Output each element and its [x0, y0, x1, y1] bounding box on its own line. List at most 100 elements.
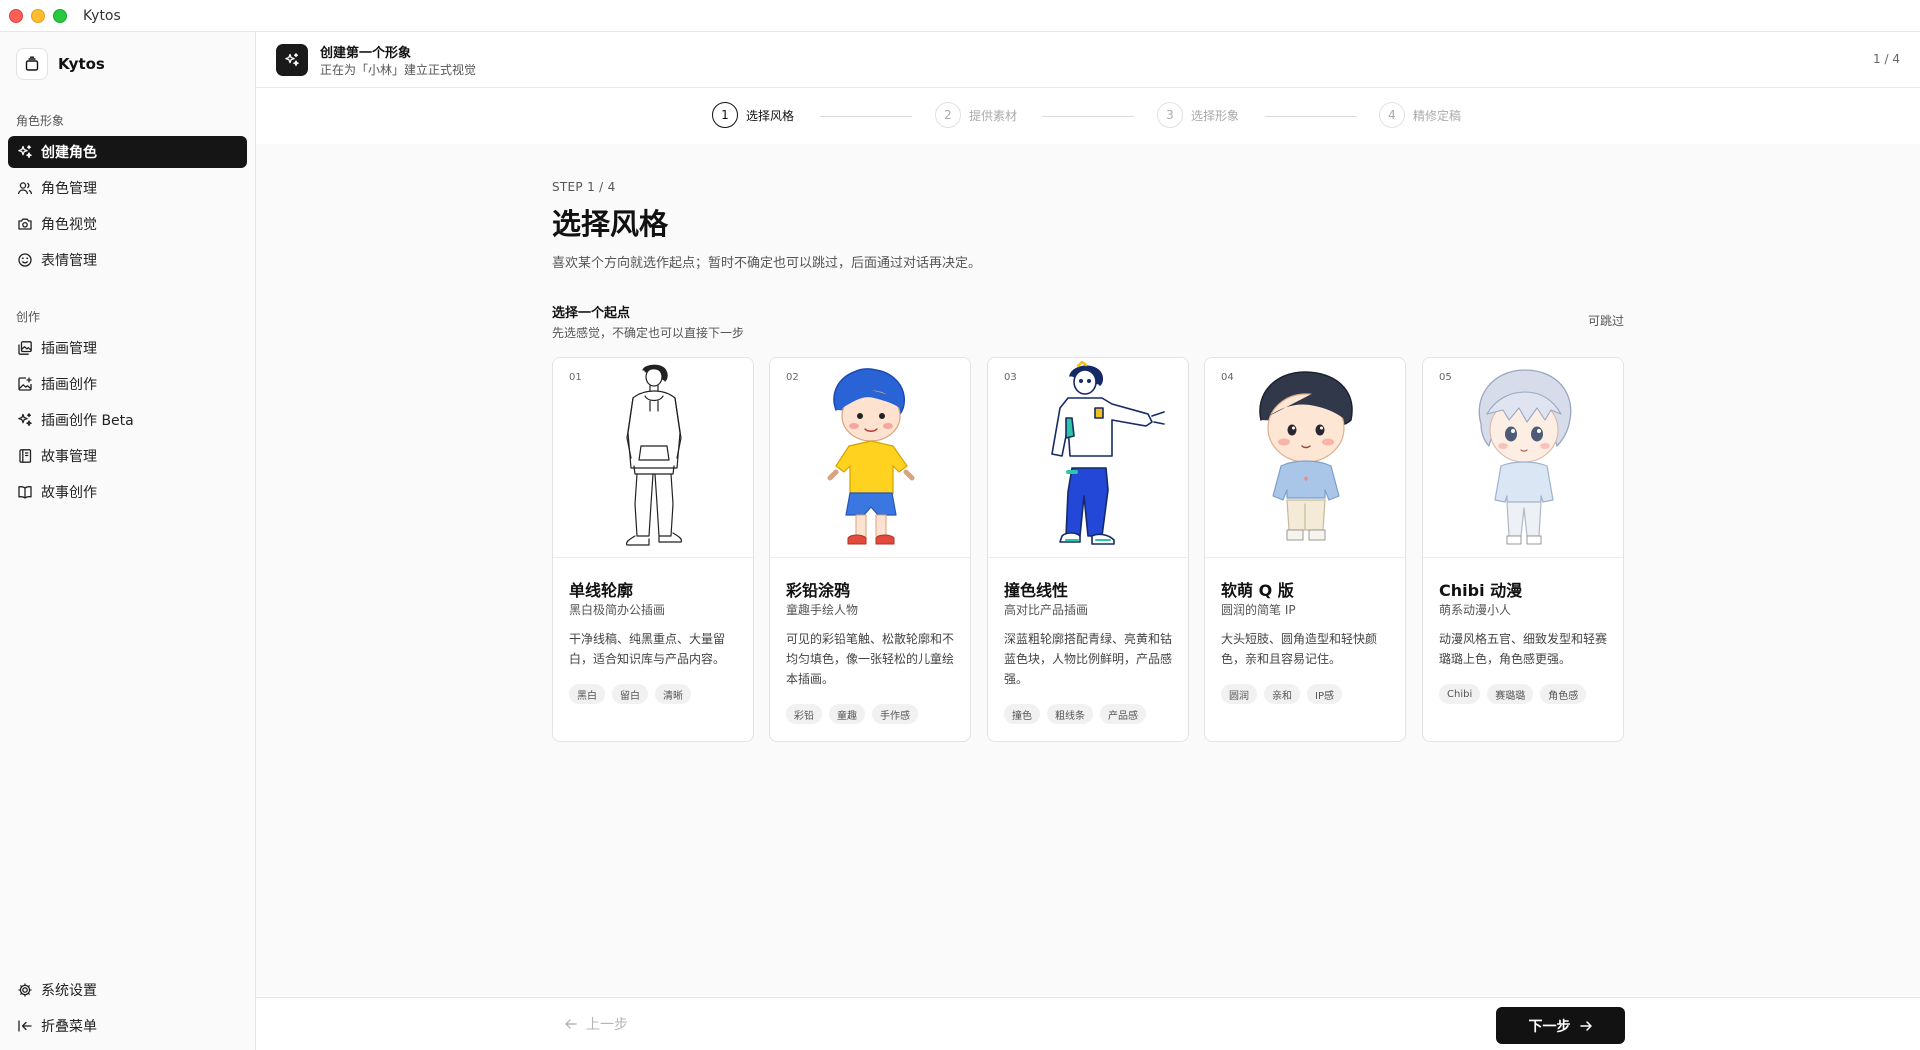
sidebar-item-create-character[interactable]: 创建角色 — [8, 136, 247, 168]
section-title: 选择一个起点 — [552, 306, 631, 321]
sidebar-item-story-creation[interactable]: 故事创作 — [8, 476, 247, 508]
step-provide-material[interactable]: 2 提供素材 — [935, 102, 1017, 128]
step-select-image[interactable]: 3 选择形象 — [1157, 102, 1239, 128]
sidebar-item-label: 系统设置 — [41, 983, 97, 999]
tag-list: 圆润 亲和 IP感 — [1221, 684, 1342, 704]
minimize-window-button[interactable] — [31, 8, 45, 23]
tag: 产品感 — [1100, 704, 1146, 724]
card-subtitle: 黑白极简办公插画 — [569, 603, 666, 617]
smile-icon — [18, 253, 32, 267]
tag-list: 彩铅 童趣 手作感 — [786, 704, 918, 724]
style-card-colored-pencil[interactable]: 02 彩铅涂鸦 童趣手绘人物 可见的彩铅笔触、松散轮廓和不均匀填色，像一张轻松的… — [769, 357, 971, 742]
style-card-color-block[interactable]: 03 撞色线性 高对比产品插画 深蓝粗轮廓搭配青绿、亮黄和钴蓝色块，人物比例鲜明… — [987, 357, 1189, 742]
users-icon — [17, 182, 33, 195]
step-refine[interactable]: 4 精修定稿 — [1379, 102, 1461, 128]
tag: 粗线条 — [1047, 704, 1093, 724]
sidebar-item-illustration-creation[interactable]: 插画创作 — [8, 368, 247, 400]
page-description: 喜欢某个方向就选作起点；暂时不确定也可以跳过，后面通过对话再决定。 — [552, 256, 982, 271]
step-number: 1 — [712, 102, 738, 128]
section-subtitle: 先选感觉，不确定也可以直接下一步 — [552, 326, 745, 340]
sparkles-icon — [18, 413, 32, 427]
card-subtitle: 圆润的简笔 IP — [1221, 603, 1296, 617]
camera-icon — [18, 218, 32, 230]
sidebar-item-character-management[interactable]: 角色管理 — [8, 172, 247, 204]
sidebar-item-label: 插画创作 Beta — [41, 413, 134, 429]
tag: 手作感 — [872, 704, 918, 724]
card-description: 干净线稿、纯黑重点、大量留白，适合知识库与产品内容。 — [569, 632, 726, 666]
step-tag: STEP 1 / 4 — [552, 180, 616, 194]
tag: 彩铅 — [786, 704, 822, 724]
collapse-icon — [18, 1020, 32, 1032]
sidebar-item-collapse-menu[interactable]: 折叠菜单 — [8, 1010, 247, 1042]
card-subtitle: 童趣手绘人物 — [786, 603, 859, 617]
tag: 圆润 — [1221, 684, 1257, 704]
style-preview-image: 05 — [1423, 358, 1623, 558]
card-subtitle: 高对比产品插画 — [1004, 603, 1089, 617]
tag-list: Chibi 赛璐璐 角色感 — [1439, 684, 1587, 704]
style-preview-image: 02 — [770, 358, 970, 558]
next-step-button[interactable]: 下一步 — [1496, 1007, 1625, 1044]
sidebar-item-story-management[interactable]: 故事管理 — [8, 440, 247, 472]
sidebar-item-illustration-management[interactable]: 插画管理 — [8, 332, 247, 364]
sidebar-item-label: 插画创作 — [41, 377, 97, 393]
style-card-chibi-anime[interactable]: 05 Chibi 动漫 萌系动漫小人 动漫风格五官、细致发型和轻赛璐璐上色，角色… — [1422, 357, 1624, 742]
images-icon — [18, 341, 32, 355]
step-divider — [820, 116, 912, 117]
card-description: 深蓝粗轮廓搭配青绿、亮黄和钴蓝色块，人物比例鲜明，产品感强。 — [1004, 632, 1173, 686]
card-number: 05 — [1439, 372, 1452, 383]
arrow-right-icon — [1579, 1020, 1592, 1031]
window-controls — [9, 8, 67, 23]
sidebar-item-expression-management[interactable]: 表情管理 — [8, 244, 247, 276]
close-window-button[interactable] — [9, 8, 23, 23]
step-label: 提供素材 — [969, 108, 1018, 123]
previous-step-label: 上一步 — [586, 1017, 628, 1033]
window-titlebar: Kytos — [0, 0, 1920, 32]
sidebar-item-settings[interactable]: 系统设置 — [8, 974, 247, 1006]
style-preview-image: 04 — [1205, 358, 1405, 558]
previous-step-button[interactable]: 上一步 — [564, 1014, 628, 1034]
tag-list: 撞色 粗线条 产品感 — [1004, 704, 1146, 724]
tag: 留白 — [612, 684, 648, 704]
stepper: 1 选择风格 2 提供素材 3 选择形象 4 精修定稿 — [256, 88, 1920, 144]
sparkles-icon — [18, 145, 32, 159]
card-description: 大头短肢、圆角造型和轻快颜色，亲和且容易记住。 — [1221, 632, 1378, 666]
next-step-label: 下一步 — [1528, 1018, 1571, 1035]
style-card-soft-q[interactable]: 04 软萌 Q 版 圆润的简笔 IP 大头短肢、圆角造型和轻快颜色，亲和且容易记… — [1204, 357, 1406, 742]
zoom-window-button[interactable] — [53, 8, 67, 23]
group-label-creation: 创作 — [16, 310, 41, 324]
step-number: 4 — [1379, 102, 1405, 128]
tag: IP感 — [1307, 684, 1342, 704]
sparkles-icon — [276, 44, 308, 76]
sidebar-item-label: 角色管理 — [41, 181, 97, 197]
card-subtitle: 萌系动漫小人 — [1439, 603, 1512, 617]
step-label: 选择形象 — [1191, 108, 1240, 123]
tag: 清晰 — [655, 684, 691, 704]
tag: 撞色 — [1004, 704, 1040, 724]
step-label: 精修定稿 — [1413, 108, 1462, 123]
sidebar: Kytos 角色形象 创建角色 角色管理 角色视觉 表情管理 创作 插画管理 插… — [0, 32, 256, 1050]
skip-link[interactable]: 可跳过 — [1588, 312, 1624, 329]
step-divider — [1042, 116, 1134, 117]
page-header: 创建第一个形象 正在为「小林」建立正式视觉 1 / 4 — [256, 32, 1920, 88]
sidebar-item-label: 故事管理 — [41, 449, 97, 465]
tag: 角色感 — [1540, 684, 1587, 704]
step-divider — [1265, 116, 1357, 117]
card-number: 03 — [1004, 372, 1017, 383]
card-description: 可见的彩铅笔触、松散轮廓和不均匀填色，像一张轻松的儿童绘本插画。 — [786, 632, 955, 686]
step-select-style[interactable]: 1 选择风格 — [712, 102, 794, 128]
arrow-left-icon — [565, 1019, 577, 1029]
brand[interactable]: Kytos — [16, 48, 105, 80]
sidebar-item-character-visual[interactable]: 角色视觉 — [8, 208, 247, 240]
style-preview-image: 03 — [988, 358, 1188, 558]
page-subtitle: 正在为「小林」建立正式视觉 — [320, 63, 477, 77]
card-number: 04 — [1221, 372, 1234, 383]
style-preview-image: 01 — [553, 358, 753, 558]
page-title-header: 创建第一个形象 — [320, 46, 412, 61]
style-card-line-art[interactable]: 01 单线轮廓 黑白极简办公插画 干净线稿、纯黑重点、大量留白，适合知识库与产品… — [552, 357, 754, 742]
main-content: STEP 1 / 4 选择风格 喜欢某个方向就选作起点；暂时不确定也可以跳过，后… — [256, 144, 1920, 997]
sidebar-item-label: 折叠菜单 — [41, 1019, 97, 1035]
sidebar-item-label: 插画管理 — [41, 341, 97, 357]
image-plus-icon — [18, 377, 32, 391]
gear-icon — [18, 983, 32, 997]
sidebar-item-illustration-creation-beta[interactable]: 插画创作 Beta — [8, 404, 247, 436]
